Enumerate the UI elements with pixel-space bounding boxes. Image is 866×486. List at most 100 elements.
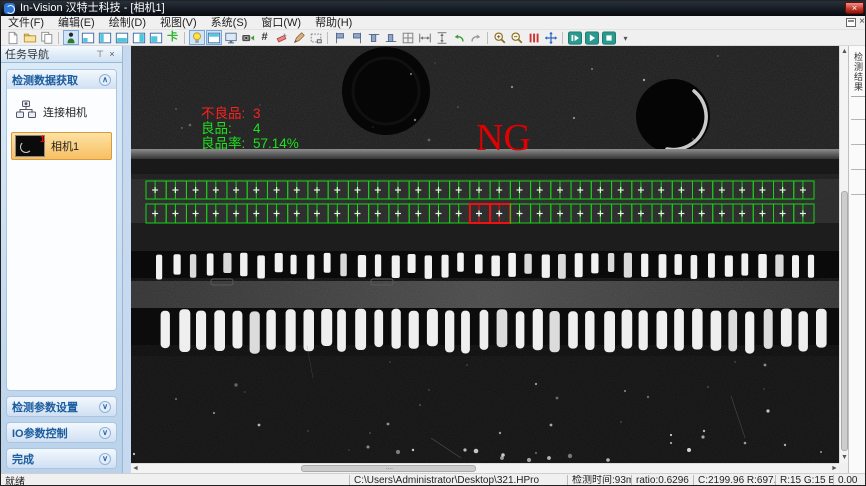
erase-icon xyxy=(275,31,289,45)
window-2-icon xyxy=(98,31,112,45)
svg-text:良品:: 良品: xyxy=(201,121,232,136)
window-active-icon xyxy=(207,31,221,45)
open-folder-icon xyxy=(23,31,37,45)
brush-button[interactable] xyxy=(291,30,307,45)
window-3-button[interactable] xyxy=(114,30,130,45)
distribute-grid-button[interactable] xyxy=(400,30,416,45)
move-button[interactable] xyxy=(543,30,559,45)
menu-item-3[interactable]: 视图(V) xyxy=(153,16,204,30)
chevron-up-icon[interactable]: ∧ xyxy=(99,74,111,86)
sidebar-splitter[interactable] xyxy=(123,46,131,473)
menu-item-4[interactable]: 系统(S) xyxy=(204,16,255,30)
dock-tab-divider xyxy=(851,169,865,170)
menu-item-5[interactable]: 窗口(W) xyxy=(254,16,308,30)
stretch-h-button[interactable] xyxy=(417,30,433,45)
copy-button[interactable] xyxy=(39,30,55,45)
move-icon xyxy=(544,31,558,45)
close-button[interactable]: × xyxy=(845,2,864,14)
right-dock-tab[interactable]: 检测结果 xyxy=(851,48,865,97)
columns-button[interactable] xyxy=(526,30,542,45)
panel-label: 检测参数设置 xyxy=(12,399,99,415)
pin-icon[interactable]: ⊤ xyxy=(94,49,106,60)
run-button[interactable] xyxy=(584,30,600,45)
dock-tab-divider xyxy=(851,194,865,195)
zoom-in-button[interactable] xyxy=(492,30,508,45)
erase-button[interactable] xyxy=(274,30,290,45)
person-button[interactable] xyxy=(63,30,79,45)
scroll-left-icon[interactable]: ◄ xyxy=(131,464,140,473)
right-dock-strip: 检测结果 xyxy=(848,46,866,473)
flag-top-button[interactable] xyxy=(366,30,382,45)
status-ratio: ratio:0.6296 xyxy=(631,475,693,486)
panel-header-1[interactable]: 检测参数设置∨ xyxy=(7,397,116,416)
select-area-button[interactable] xyxy=(308,30,324,45)
svg-text:4: 4 xyxy=(253,121,261,136)
window-5-icon xyxy=(149,31,163,45)
redo-icon xyxy=(469,31,483,45)
window-active-button[interactable] xyxy=(206,30,222,45)
horizontal-scroll-thumb[interactable] xyxy=(301,465,476,472)
flag-left-button[interactable] xyxy=(332,30,348,45)
status-file-path: C:\Users\Administrator\Desktop\321.HPro xyxy=(349,475,567,486)
status-ready: 就绪 xyxy=(1,473,349,486)
restore-child-icon[interactable] xyxy=(846,18,856,27)
zoom-out-button[interactable] xyxy=(509,30,525,45)
svg-text:不良品:: 不良品: xyxy=(201,106,245,121)
chevron-down-icon[interactable]: ∨ xyxy=(99,401,111,413)
menu-item-1[interactable]: 编辑(E) xyxy=(51,16,102,30)
toolbar: 卡 # ▾ xyxy=(1,30,866,46)
panel-header-2[interactable]: IO参数控制∨ xyxy=(7,423,116,442)
flag-top-icon xyxy=(367,31,381,45)
menu-item-6[interactable]: 帮助(H) xyxy=(308,16,359,30)
flag-bottom-button[interactable] xyxy=(383,30,399,45)
window-2-button[interactable] xyxy=(97,30,113,45)
stretch-v-button[interactable] xyxy=(434,30,450,45)
stretch-h-icon xyxy=(418,31,432,45)
close-icon[interactable]: × xyxy=(106,49,118,59)
columns-icon xyxy=(527,31,541,45)
status-rgb-values: R:15 G:15 B:15 xyxy=(775,475,833,486)
menu-item-0[interactable]: 文件(F) xyxy=(1,16,51,30)
close-child-icon[interactable]: × xyxy=(859,17,865,27)
horizontal-scrollbar[interactable]: ◄ ► xyxy=(131,463,839,473)
stretch-v-icon xyxy=(435,31,449,45)
flag-bottom-icon xyxy=(384,31,398,45)
toolbar-separator xyxy=(184,32,185,44)
camera-link-button[interactable] xyxy=(240,30,256,45)
open-folder-button[interactable] xyxy=(22,30,38,45)
monitor-button[interactable] xyxy=(223,30,239,45)
window-4-button[interactable] xyxy=(131,30,147,45)
window-5-button[interactable] xyxy=(148,30,164,45)
undo-button[interactable] xyxy=(451,30,467,45)
stop-button[interactable] xyxy=(601,30,617,45)
toolbar-separator xyxy=(487,32,488,44)
ng-label: NG xyxy=(476,117,531,159)
bulb-button[interactable] xyxy=(189,30,205,45)
chevron-down-icon[interactable]: ∨ xyxy=(99,453,111,465)
sidebar-item-0[interactable]: 连接相机 xyxy=(11,97,112,126)
flag-right-icon xyxy=(350,31,364,45)
chevron-down-icon[interactable]: ∨ xyxy=(99,427,111,439)
scrollbar-corner xyxy=(839,463,848,473)
vertical-scrollbar[interactable]: ▲ ▼ xyxy=(839,46,848,463)
menu-item-2[interactable]: 绘制(D) xyxy=(102,16,153,30)
grid-hash-button[interactable]: # xyxy=(257,30,273,45)
monitor-icon xyxy=(224,31,238,45)
bulb-icon xyxy=(190,31,204,45)
flag-right-button[interactable] xyxy=(349,30,365,45)
panel-label: 完成 xyxy=(12,451,99,467)
scroll-right-icon[interactable]: ► xyxy=(830,464,839,473)
vertical-scroll-thumb[interactable] xyxy=(841,191,848,451)
panel-header-0[interactable]: 检测数据获取∧ xyxy=(7,70,116,89)
card-button[interactable]: 卡 xyxy=(165,30,181,45)
window-1-button[interactable] xyxy=(80,30,96,45)
redo-button[interactable] xyxy=(468,30,484,45)
panel-header-3[interactable]: 完成∨ xyxy=(7,449,116,468)
distribute-grid-icon xyxy=(401,31,415,45)
sidebar-panels: 检测数据获取∧连接相机1相机1检测参数设置∨IO参数控制∨完成∨ xyxy=(1,63,122,473)
run-step-button[interactable] xyxy=(567,30,583,45)
new-file-button[interactable] xyxy=(5,30,21,45)
inspection-image[interactable]: 不良品:3良品:4良品率:57.14%NG xyxy=(131,46,839,463)
sidebar-item-1[interactable]: 1相机1 xyxy=(11,132,112,160)
more-button[interactable]: ▾ xyxy=(618,30,634,45)
